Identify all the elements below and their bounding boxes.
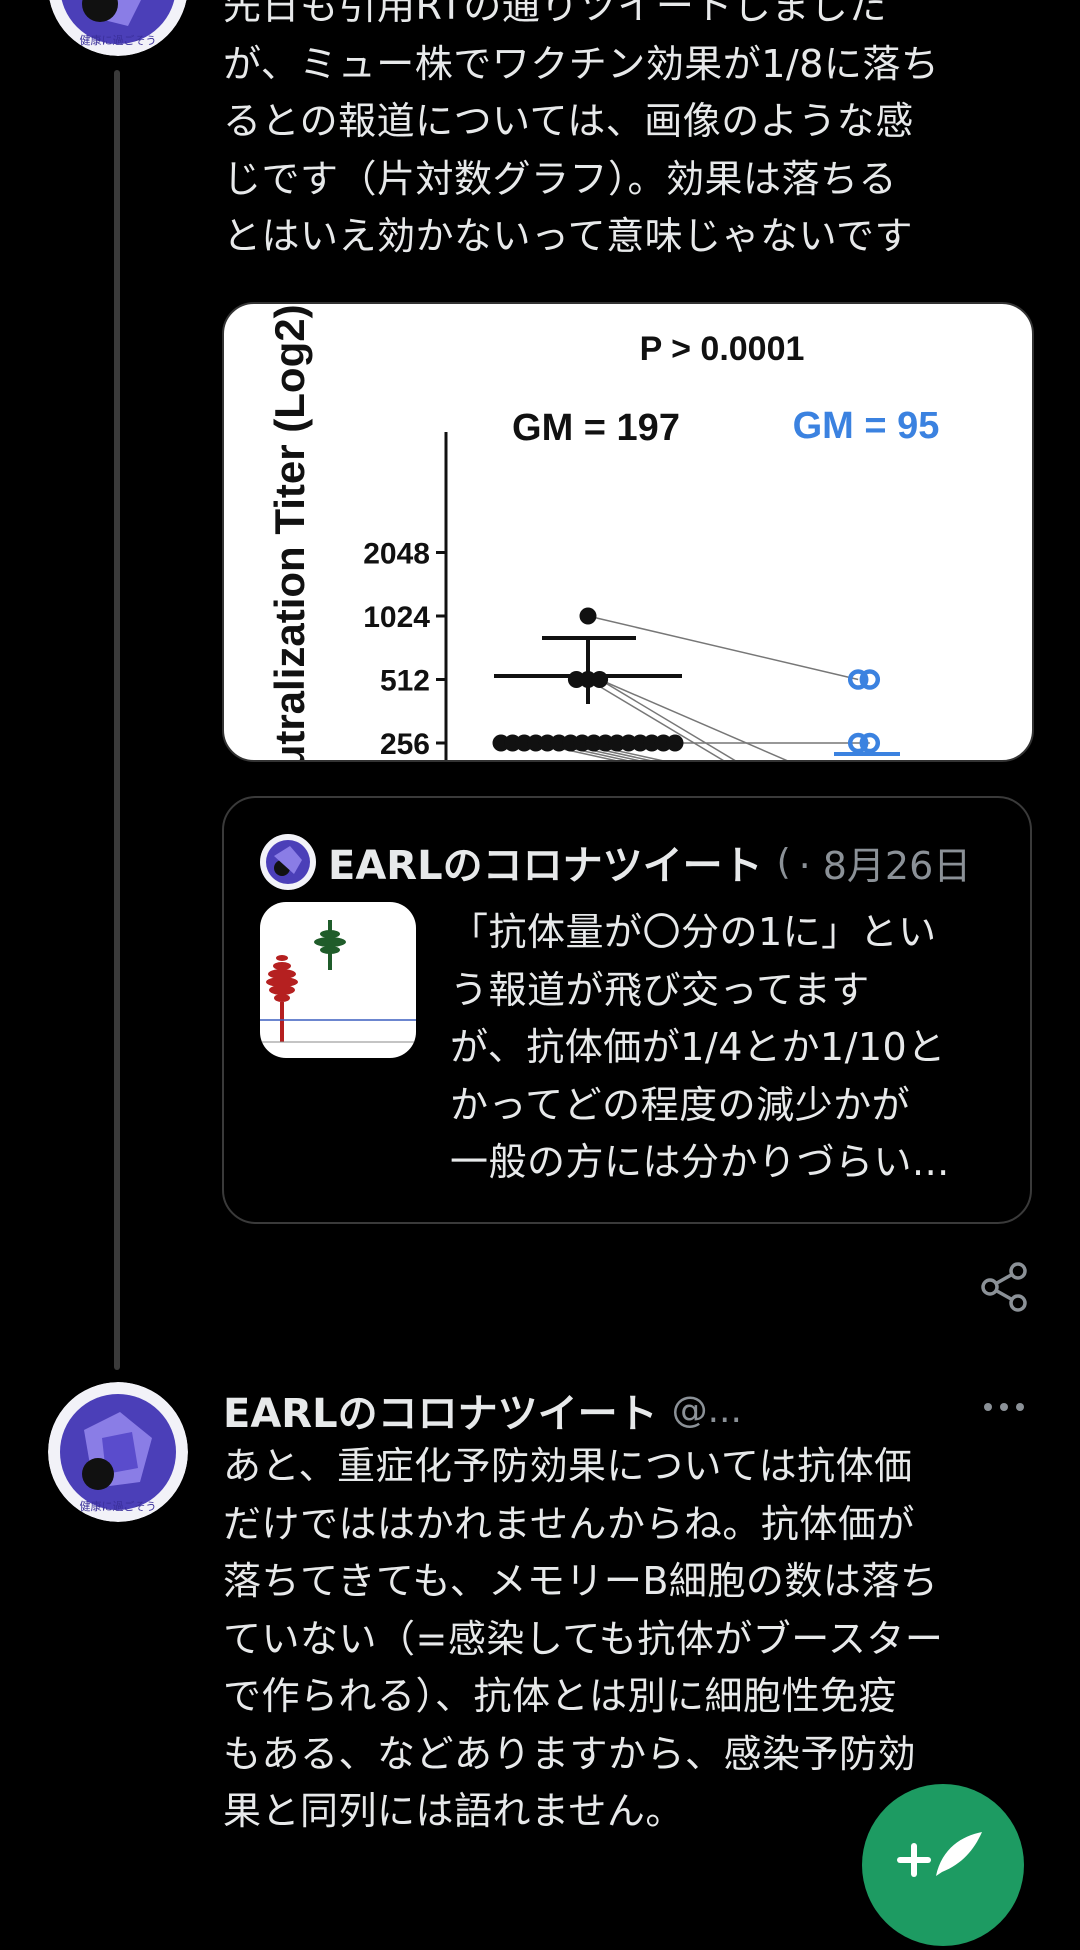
chart-y-tick-label: 256	[380, 728, 430, 760]
quoted-tweet-card[interactable]: EARLのコロナツイート ( · 8月26日 「抗体量が〇分の1に」とい う報道…	[222, 796, 1032, 1224]
compose-button[interactable]	[862, 1784, 1024, 1946]
chart-pair-line	[587, 615, 859, 681]
author-name[interactable]: EARLのコロナツイート	[223, 1381, 658, 1439]
avatar-caption: 健康に過ごそう	[80, 1499, 157, 1513]
tweet-header: EARLのコロナツイート @...	[223, 1382, 742, 1438]
author-handle: @...	[671, 1389, 742, 1431]
tweet-media-image[interactable]: P > 0.0001 GM = 197 GM = 95 Neutralizati…	[222, 302, 1034, 762]
tweet-text: 先日も引用RTの通りツイートしました が、ミュー株でワクチン効果が1/8に落ち …	[223, 0, 940, 258]
quoted-avatar	[260, 834, 316, 890]
quoted-author-name: EARLのコロナツイート	[328, 843, 763, 889]
chart-gm-left: GM = 197	[512, 407, 680, 449]
chart-point	[591, 671, 609, 688]
neutralization-chart: P > 0.0001 GM = 197 GM = 95 Neutralizati…	[266, 304, 940, 760]
quoted-tweet-header: EARLのコロナツイート ( · 8月26日	[260, 834, 971, 890]
quoted-tweet-date: · 8月26日	[798, 843, 972, 888]
thread-connector	[114, 70, 120, 1370]
avatar-caption: 健康に過ごそう	[80, 33, 157, 47]
chart-point	[579, 607, 597, 625]
chart-gm-right: GM = 95	[793, 405, 940, 447]
chart-y-tick-label: 512	[380, 665, 430, 698]
chart-y-tick-label: 2048	[363, 538, 430, 571]
chart-p-value: P > 0.0001	[640, 330, 805, 368]
chart-y-axis-label: Neutralization Titer (Log2)	[266, 304, 313, 760]
more-icon[interactable]	[982, 1392, 1026, 1422]
avatar[interactable]: 健康に過ごそう	[48, 1382, 188, 1522]
avatar[interactable]: 健康に過ごそう	[48, 0, 188, 56]
quoted-author-handle: (	[776, 841, 791, 883]
share-icon[interactable]	[980, 1262, 1028, 1312]
chart-y-tick-label: 1024	[363, 601, 430, 634]
quoted-tweet-text: 「抗体量が〇分の1に」とい う報道が飛び交ってます が、抗体価が1/4とか1/1…	[450, 910, 950, 1184]
quoted-thumbnail	[260, 902, 416, 1058]
chart-point	[666, 734, 684, 752]
compose-icon	[897, 1832, 982, 1877]
tweet-text: あと、重症化予防効果については抗体価 だけでははかれませんからね。抗体価が 落ち…	[223, 1444, 944, 1833]
